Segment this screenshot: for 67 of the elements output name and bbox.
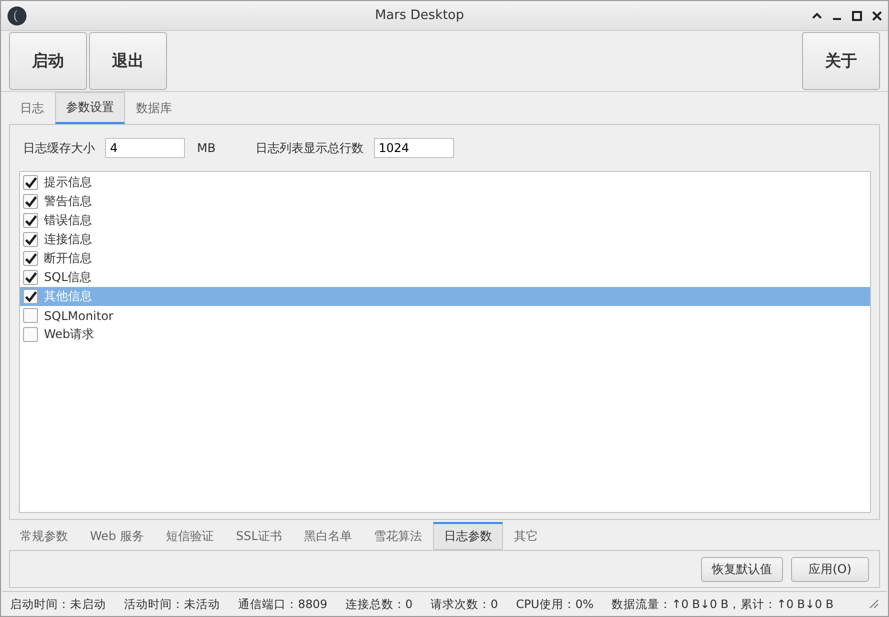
item-label: SQLMonitor — [44, 308, 114, 322]
tab[interactable]: 日志 — [9, 92, 55, 124]
list-row[interactable]: SQL信息 — [20, 268, 870, 287]
item-label: Web请求 — [44, 326, 94, 343]
check-icon — [24, 196, 36, 207]
list-row[interactable]: 警告信息 — [20, 192, 870, 211]
row-count-field[interactable]: 1024 — [374, 138, 454, 158]
status-text: 请求次数：0 — [430, 596, 498, 612]
tab[interactable]: 雪花算法 — [362, 522, 433, 550]
action-button[interactable]: 应用(O) — [791, 556, 869, 582]
status-text: 连接总数：0 — [345, 596, 413, 612]
field-label: 日志缓存大小 — [23, 140, 95, 156]
status-text: 通信端口：8809 — [238, 596, 328, 612]
tab[interactable]: 其它 — [502, 522, 549, 550]
check-icon — [24, 177, 36, 188]
item-label: 警告信息 — [44, 193, 92, 210]
item-label: SQL信息 — [44, 269, 92, 286]
action-button[interactable]: 恢复默认值 — [701, 556, 783, 582]
list-row[interactable]: 错误信息 — [20, 211, 870, 230]
check-icon — [24, 253, 36, 264]
chevron-up-icon[interactable] — [812, 10, 822, 20]
tab[interactable]: Web 服务 — [79, 522, 155, 550]
tab[interactable]: 常规参数 — [9, 522, 79, 550]
tab[interactable]: 黑白名单 — [292, 522, 363, 550]
window-title: Mars Desktop — [374, 8, 466, 23]
check-icon — [24, 234, 36, 245]
list-row[interactable]: Web请求 — [20, 325, 870, 344]
item-label: 断开信息 — [44, 250, 92, 267]
maximize-icon[interactable] — [852, 10, 862, 20]
checkbox[interactable] — [23, 289, 38, 304]
item-label: 连接信息 — [44, 231, 92, 248]
tab[interactable]: 数据库 — [125, 92, 183, 124]
toolbar-button[interactable]: 关于 — [802, 32, 880, 90]
check-icon — [24, 291, 36, 302]
checkbox[interactable] — [23, 213, 38, 228]
status-text: 活动时间：未活动 — [124, 596, 220, 612]
checkbox[interactable] — [23, 175, 38, 190]
item-label: 其他信息 — [44, 288, 92, 305]
checkbox[interactable] — [23, 251, 38, 266]
check-icon — [24, 215, 36, 226]
unit-label: MB — [197, 141, 216, 155]
checkbox[interactable] — [23, 308, 38, 323]
list-row[interactable]: 连接信息 — [20, 230, 870, 249]
list-row[interactable]: 断开信息 — [20, 249, 870, 268]
toolbar-button[interactable]: 退出 — [89, 32, 167, 90]
app-logo-icon — [7, 6, 27, 26]
tab[interactable]: 参数设置 — [55, 92, 125, 124]
checkbox[interactable] — [23, 270, 38, 285]
status-text: CPU使用：0% — [516, 596, 594, 612]
tab[interactable]: SSL证书 — [224, 522, 293, 550]
status-text: 数据流量：↑0 B↓0 B，累计：↑0 B↓0 B — [612, 596, 834, 612]
tab[interactable]: 短信验证 — [154, 522, 225, 550]
checkbox[interactable] — [23, 194, 38, 209]
list-row[interactable]: SQLMonitor — [20, 306, 870, 325]
list-row[interactable]: 提示信息 — [20, 173, 870, 192]
item-label: 错误信息 — [44, 212, 92, 229]
field-label: 日志列表显示总行数 — [256, 140, 364, 156]
close-icon[interactable] — [872, 10, 882, 20]
checkbox[interactable] — [23, 232, 38, 247]
resize-grip-icon[interactable] — [869, 599, 879, 609]
item-label: 提示信息 — [44, 174, 92, 191]
check-icon — [24, 272, 36, 283]
cache-size-field[interactable]: 4 — [105, 138, 185, 158]
toolbar-button[interactable]: 启动 — [9, 32, 87, 90]
status-text: 启动时间：未启动 — [10, 596, 106, 612]
checkbox[interactable] — [23, 327, 38, 342]
tab[interactable]: 日志参数 — [432, 522, 503, 550]
